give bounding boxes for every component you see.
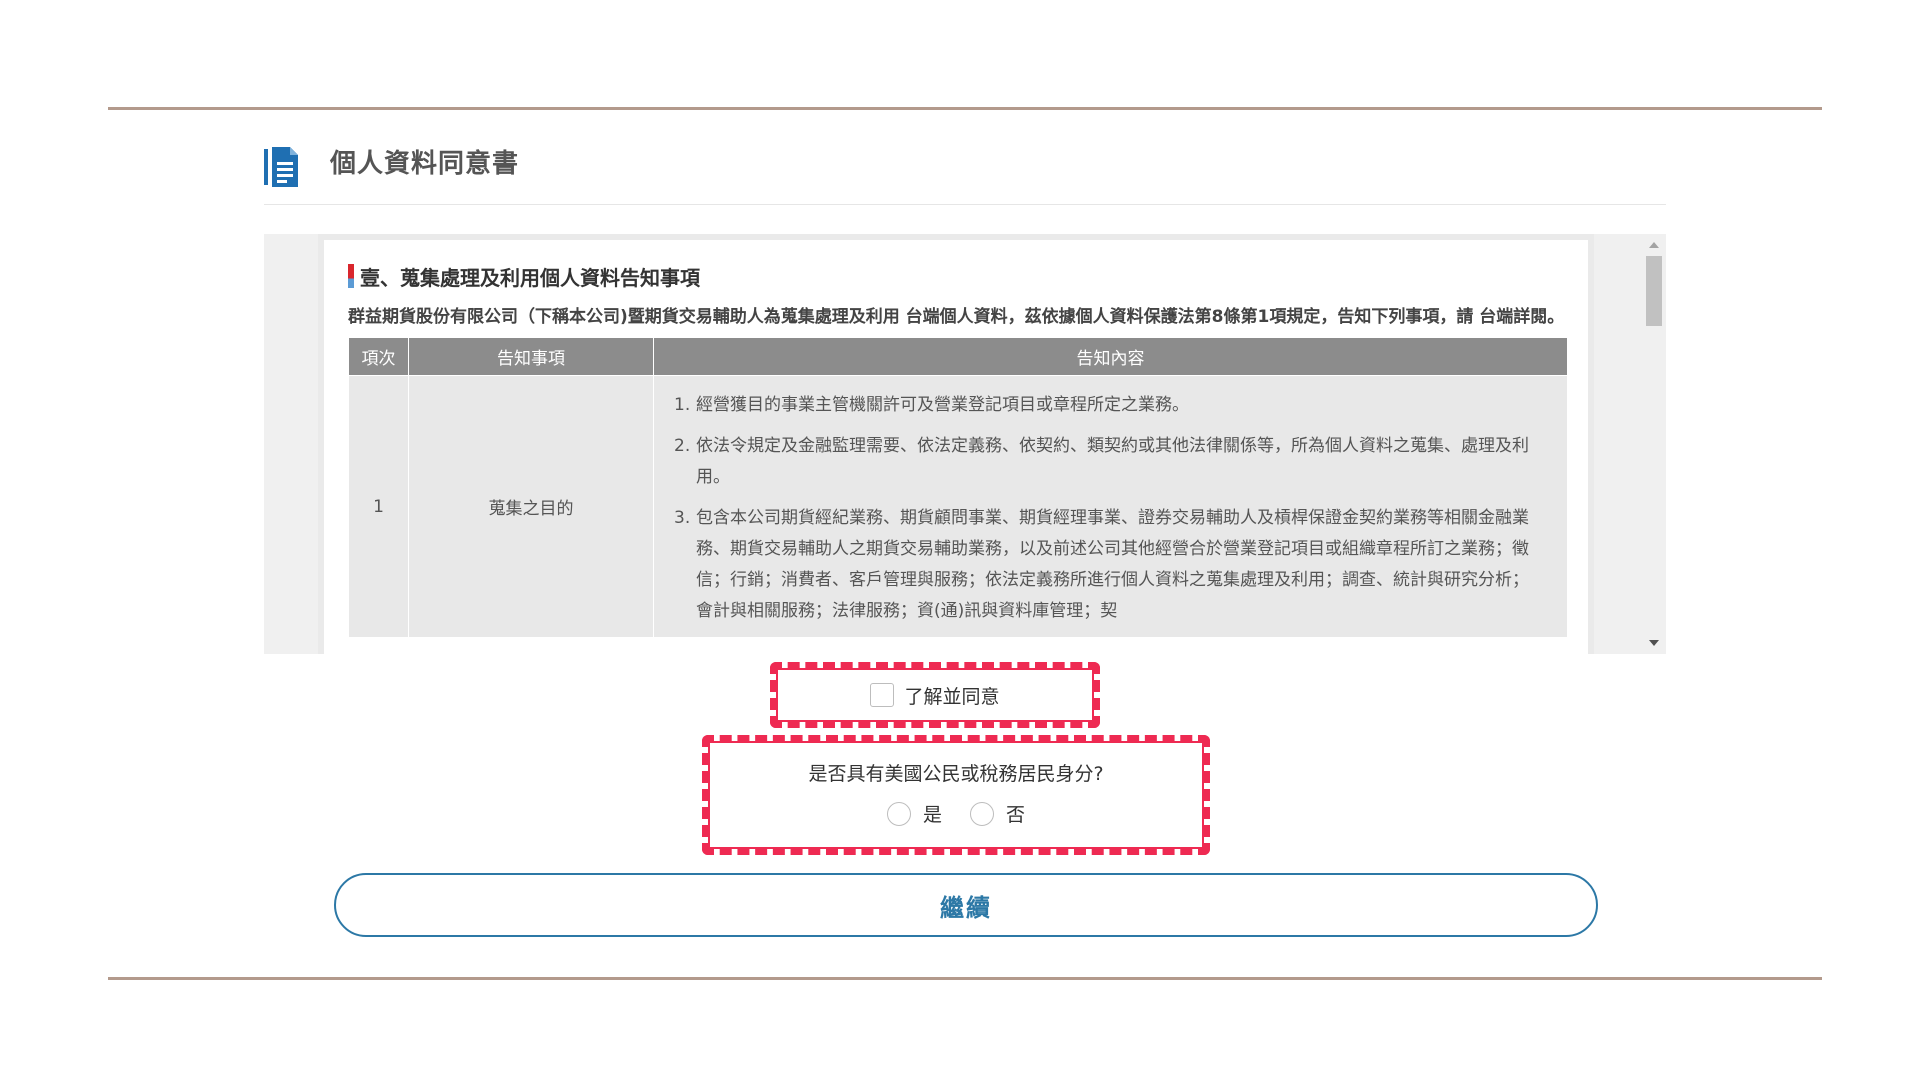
scroll-up-arrow-icon[interactable] — [1649, 242, 1659, 248]
us-person-radio-group: 是 否 — [708, 800, 1204, 827]
scroll-down-arrow-icon[interactable] — [1649, 640, 1659, 646]
consent-highlight: 了解並同意 — [770, 662, 1100, 728]
notice-table: 項次 告知事項 告知內容 1 蒐集之目的 1. 經營獲目的事業主管機關許可及營業… — [348, 337, 1568, 638]
document-icon — [264, 147, 298, 187]
notice-scroll-area[interactable]: 壹、蒐集處理及利用個人資料告知事項 群益期貨股份有限公司（下稱本公司)暨期貨交易… — [264, 234, 1666, 654]
row-item: 蒐集之目的 — [408, 375, 654, 638]
column-header: 項次 — [348, 337, 409, 376]
column-header: 告知內容 — [653, 337, 1568, 376]
table-row: 1 蒐集之目的 1. 經營獲目的事業主管機關許可及營業登記項目或章程所定之業務。… — [348, 375, 1568, 638]
continue-button[interactable]: 繼續 — [334, 873, 1598, 937]
us-person-option-yes[interactable]: 是 — [886, 800, 942, 827]
us-person-option-no[interactable]: 否 — [970, 800, 1025, 827]
top-divider — [108, 107, 1822, 110]
vertical-scrollbar[interactable] — [1640, 234, 1666, 654]
scrollbar-thumb[interactable] — [1646, 256, 1662, 326]
radio-no[interactable] — [970, 801, 994, 826]
row-index: 1 — [348, 375, 409, 638]
consent-checkbox[interactable] — [870, 683, 895, 707]
column-header: 告知事項 — [408, 337, 654, 376]
page-header: 個人資料同意書 — [264, 143, 1666, 205]
us-person-question: 是否具有美國公民或稅務居民身分? — [808, 763, 1104, 785]
notice-content: 壹、蒐集處理及利用個人資料告知事項 群益期貨股份有限公司（下稱本公司)暨期貨交易… — [318, 234, 1594, 654]
list-item: 2. 依法令規定及金融監理需要、依法定義務、依契約、類契約或其他法律關係等，所為… — [674, 436, 1529, 487]
notice-intro: 群益期貨股份有限公司（下稱本公司)暨期貨交易輔助人為蒐集處理及利用 台端個人資料… — [348, 307, 1565, 327]
consent-label[interactable]: 了解並同意 — [904, 682, 999, 709]
list-item: 3. 包含本公司期貨經紀業務、期貨顧問事業、期貨經理事業、證券交易輔助人及槓桿保… — [674, 508, 1529, 621]
radio-yes[interactable] — [886, 801, 911, 826]
list-item: 1. 經營獲目的事業主管機關許可及營業登記項目或章程所定之業務。 — [674, 395, 1189, 415]
section-title: 壹、蒐集處理及利用個人資料告知事項 — [348, 262, 1564, 290]
us-person-highlight: 是否具有美國公民或稅務居民身分? 是 否 — [702, 735, 1210, 855]
row-content: 1. 經營獲目的事業主管機關許可及營業登記項目或章程所定之業務。 2. 依法令規… — [653, 375, 1568, 638]
section-marker-icon — [348, 264, 354, 288]
page-title: 個人資料同意書 — [330, 149, 520, 179]
bottom-divider — [108, 977, 1822, 980]
table-header-row: 項次 告知事項 告知內容 — [348, 337, 1568, 376]
